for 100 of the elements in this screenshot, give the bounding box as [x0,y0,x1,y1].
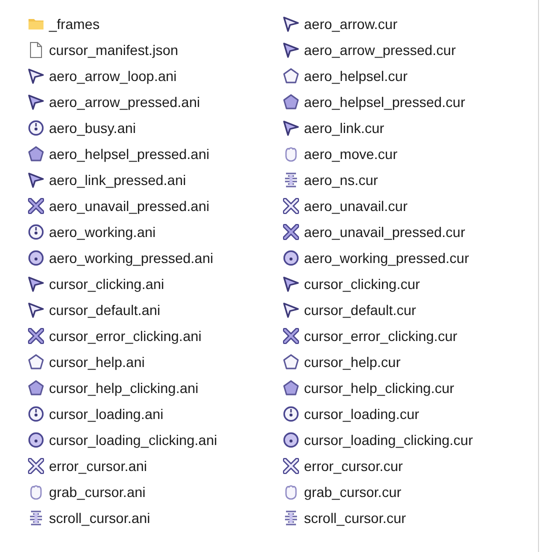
hand-icon [28,484,44,500]
file-item[interactable]: aero_arrow_pressed.cur [283,37,456,63]
file-name: aero_arrow_pressed.ani [49,94,200,110]
file-item[interactable]: cursor_error_clicking.ani [28,323,202,349]
file-item[interactable]: aero_link.cur [283,115,384,141]
file-item[interactable]: aero_busy.ani [28,115,136,141]
file-item[interactable]: aero_move.cur [283,141,398,167]
arrow-cursor-icon [28,302,44,318]
file-name: cursor_help.ani [49,354,145,370]
file-item[interactable]: cursor_error_clicking.cur [283,323,458,349]
file-item[interactable]: cursor_manifest.json [28,37,178,63]
file-name: aero_helpsel_pressed.cur [304,94,466,110]
file-name: scroll_cursor.ani [49,510,150,526]
file-item[interactable]: aero_helpsel_pressed.ani [28,141,210,167]
scroll-cursor-icon [28,510,44,526]
file-item[interactable]: grab_cursor.cur [283,479,402,505]
hand-icon [283,146,299,162]
file-name: aero_unavail_pressed.ani [49,198,210,214]
file-name: aero_link.cur [304,120,384,136]
file-name: aero_move.cur [304,146,398,162]
file-item[interactable]: cursor_loading.cur [283,401,420,427]
file-name: aero_ns.cur [304,172,378,188]
file-name: aero_working_pressed.cur [304,250,469,266]
cross-icon [28,458,44,474]
file-name: aero_link_pressed.ani [49,172,186,188]
file-item[interactable]: aero_unavail_pressed.cur [283,219,466,245]
file-item[interactable]: aero_arrow_loop.ani [28,63,177,89]
file-name: grab_cursor.cur [304,484,402,500]
file-item[interactable]: aero_working.ani [28,219,156,245]
file-item[interactable]: scroll_cursor.cur [283,505,406,531]
file-name: aero_helpsel_pressed.ani [49,146,210,162]
file-item[interactable]: cursor_clicking.ani [28,271,164,297]
arrow-cursor-icon [283,16,299,32]
file-name: aero_arrow.cur [304,16,398,32]
file-item[interactable]: aero_helpsel.cur [283,63,408,89]
busy-cursor-icon [283,406,299,422]
file-name: cursor_clicking.ani [49,276,164,292]
file-name: aero_busy.ani [49,120,136,136]
file-item[interactable]: _frames [28,11,100,37]
file-item[interactable]: grab_cursor.ani [28,479,146,505]
arrow-cursor-icon [283,42,299,58]
pentagon-icon [28,380,44,396]
file-name: scroll_cursor.cur [304,510,406,526]
file-item[interactable]: aero_unavail_pressed.ani [28,193,210,219]
file-item[interactable]: aero_link_pressed.ani [28,167,186,193]
file-item[interactable]: cursor_loading.ani [28,401,164,427]
cross-icon [283,224,299,240]
cross-icon [283,328,299,344]
cross-icon [283,458,299,474]
file-item[interactable]: cursor_loading_clicking.cur [283,427,473,453]
cross-icon [28,328,44,344]
file-item[interactable]: aero_helpsel_pressed.cur [283,89,466,115]
file-item[interactable]: cursor_help.ani [28,349,145,375]
file-name: cursor_default.ani [49,302,160,318]
file-name: _frames [49,16,100,32]
file-item[interactable]: aero_working_pressed.ani [28,245,214,271]
file-item[interactable]: cursor_clicking.cur [283,271,420,297]
file-item[interactable]: scroll_cursor.ani [28,505,150,531]
scroll-cursor-icon [283,172,299,188]
pentagon-icon [283,94,299,110]
folder-icon [28,16,44,32]
arrow-cursor-icon [283,120,299,136]
busy-cursor-icon [28,432,44,448]
file-name: cursor_default.cur [304,302,416,318]
file-item[interactable]: cursor_help.cur [283,349,400,375]
file-name: aero_arrow_pressed.cur [304,42,456,58]
file-name: cursor_loading_clicking.cur [304,432,473,448]
busy-cursor-icon [28,406,44,422]
file-item[interactable]: cursor_default.ani [28,297,160,323]
busy-cursor-icon [28,120,44,136]
file-name: cursor_help_clicking.cur [304,380,454,396]
file-name: aero_arrow_loop.ani [49,68,177,84]
file-name: aero_unavail.cur [304,198,408,214]
file-name: cursor_error_clicking.cur [304,328,458,344]
file-name: aero_working_pressed.ani [49,250,214,266]
file-name: cursor_help_clicking.ani [49,380,198,396]
arrow-cursor-icon [28,68,44,84]
file-item[interactable]: aero_unavail.cur [283,193,408,219]
file-item[interactable]: cursor_help_clicking.cur [283,375,454,401]
file-name: cursor_help.cur [304,354,400,370]
busy-cursor-icon [283,250,299,266]
busy-cursor-icon [28,250,44,266]
file-item[interactable]: cursor_default.cur [283,297,416,323]
cross-icon [283,198,299,214]
file-item[interactable]: cursor_help_clicking.ani [28,375,198,401]
file-name: aero_working.ani [49,224,156,240]
file-item[interactable]: error_cursor.cur [283,453,403,479]
file-item[interactable]: aero_arrow_pressed.ani [28,89,200,115]
file-icon [28,42,44,58]
file-item[interactable]: aero_working_pressed.cur [283,245,469,271]
file-name: aero_helpsel.cur [304,68,408,84]
file-item[interactable]: aero_ns.cur [283,167,378,193]
file-item[interactable]: error_cursor.ani [28,453,148,479]
file-name: cursor_error_clicking.ani [49,328,202,344]
file-item[interactable]: aero_arrow.cur [283,11,398,37]
arrow-cursor-icon [28,94,44,110]
file-name: cursor_manifest.json [49,42,178,58]
busy-cursor-icon [283,432,299,448]
file-name: aero_unavail_pressed.cur [304,224,466,240]
file-item[interactable]: cursor_loading_clicking.ani [28,427,218,453]
